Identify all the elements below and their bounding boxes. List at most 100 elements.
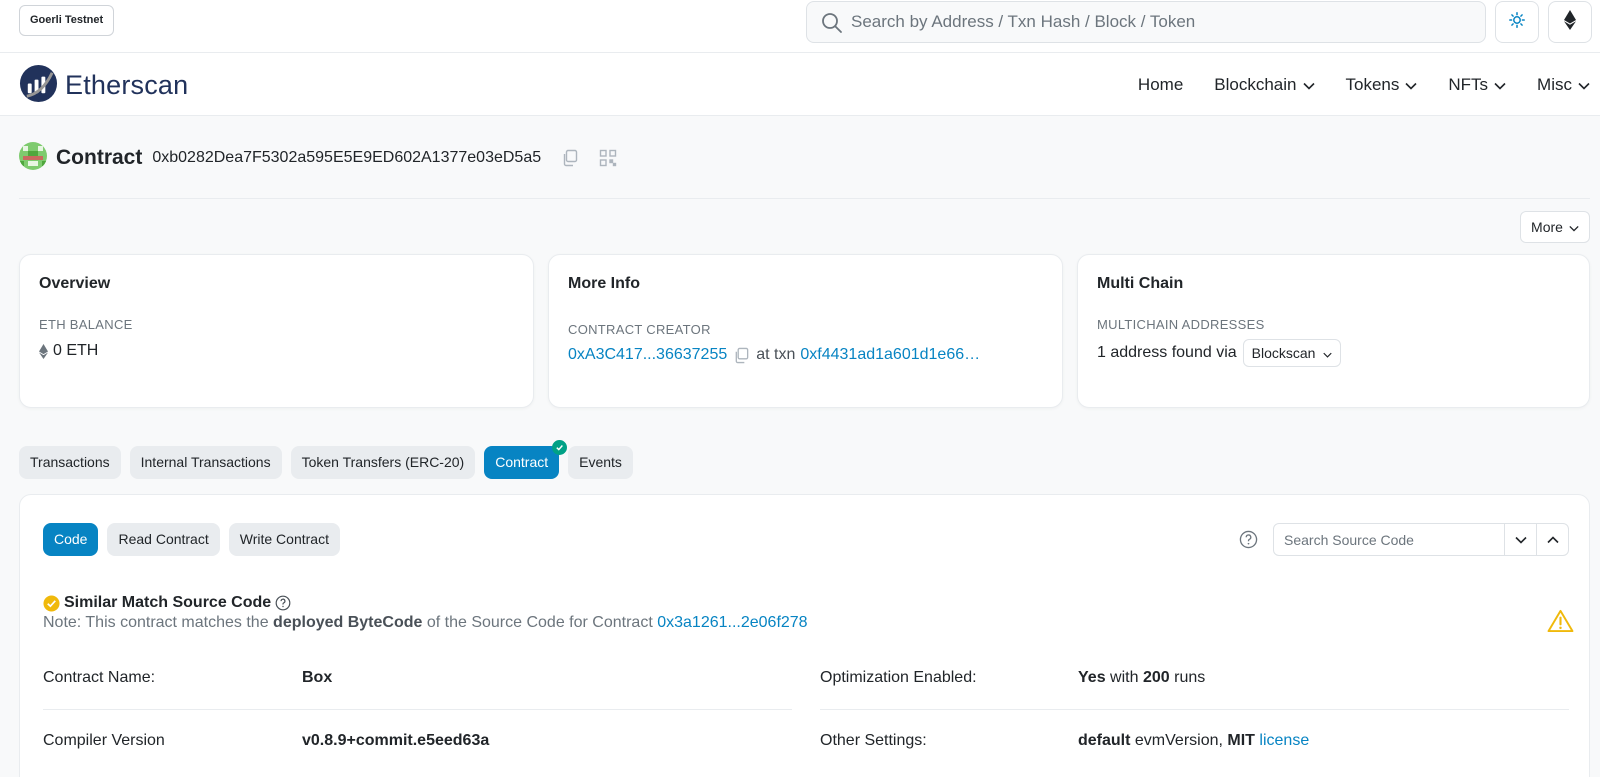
blockscan-select[interactable]: Blockscan xyxy=(1242,339,1342,367)
qr-code-icon[interactable] xyxy=(599,149,617,167)
header-divider xyxy=(19,198,1590,199)
sun-icon xyxy=(1509,12,1525,32)
subtab-code[interactable]: Code xyxy=(43,523,99,556)
contract-name-value: Box xyxy=(302,669,333,686)
search-icon xyxy=(821,12,843,38)
tab-transactions[interactable]: Transactions xyxy=(19,446,121,479)
contract-address: 0xb0282Dea7F5302a595E5E9ED602A1377e03eD5… xyxy=(152,149,542,166)
eth-balance-value: 0 ETH xyxy=(53,342,99,359)
contract-avatar-icon xyxy=(19,142,47,174)
source-code-search xyxy=(1273,523,1569,556)
etherscan-logo[interactable]: Etherscan xyxy=(19,64,188,107)
optimization-yes: Yes xyxy=(1078,669,1106,686)
subtab-read-contract[interactable]: Read Contract xyxy=(107,523,220,556)
next-match-button[interactable] xyxy=(1504,524,1536,555)
other-settings-value: default evmVersion, MIT license xyxy=(1078,732,1309,750)
creator-address-link[interactable]: 0xA3C417...36637255 xyxy=(568,346,727,364)
network-badge[interactable]: Goerli Testnet xyxy=(19,5,115,36)
search-input[interactable] xyxy=(851,2,1471,42)
multichain-title: Multi Chain xyxy=(1097,275,1184,292)
nav-home[interactable]: Home xyxy=(1138,75,1183,95)
nav-home-label: Home xyxy=(1137,74,1184,94)
tab-token-transfers[interactable]: Token Transfers (ERC-20) xyxy=(290,446,476,479)
nav-blockchain[interactable]: Blockchain xyxy=(1214,74,1315,95)
etherscan-logo-icon xyxy=(19,64,58,107)
compiler-version-value: v0.8.9+commit.e5eed63a xyxy=(302,732,490,749)
optimization-runs-suffix: runs xyxy=(1174,669,1206,686)
other-evm: evmVersion, xyxy=(1134,732,1223,749)
eth-balance-value-row: 0 ETH xyxy=(39,342,98,360)
eth-balance-label: ETH BALANCE xyxy=(39,317,133,332)
chevron-down-icon xyxy=(1494,75,1506,95)
optimization-runs: 200 xyxy=(1142,669,1170,686)
overview-title: Overview xyxy=(39,275,111,292)
multichain-row: 1 address found via Blockscan xyxy=(1097,339,1342,367)
similar-match-heading: Similar Match Source Code xyxy=(43,594,291,612)
multichain-card: Multi Chain MULTICHAIN ADDRESSES 1 addre… xyxy=(1077,254,1590,408)
other-default: default xyxy=(1078,732,1131,749)
contract-subtabs: Code Read Contract Write Contract xyxy=(43,523,349,556)
similar-match-note: Note: This contract matches the deployed… xyxy=(43,614,808,632)
license-link[interactable]: license xyxy=(1259,732,1309,749)
nav-blockchain-label: Blockchain xyxy=(1214,74,1297,94)
multichain-found-text: 1 address found via xyxy=(1097,344,1237,361)
contract-header: Contract 0xb0282Dea7F5302a595E5E9ED602A1… xyxy=(19,142,637,174)
source-code-search-input[interactable] xyxy=(1274,524,1504,555)
nav-nfts-label: NFTs xyxy=(1448,74,1489,94)
theme-toggle-button[interactable] xyxy=(1495,1,1539,43)
tab-internal-transactions[interactable]: Internal Transactions xyxy=(129,446,282,479)
optimization-with: with xyxy=(1110,669,1139,686)
nav-menu: Home Blockchain Tokens NFTs Misc xyxy=(1107,53,1590,116)
blockscan-select-value: Blockscan xyxy=(1251,345,1316,361)
tab-contract[interactable]: Contract xyxy=(484,440,568,479)
tab-events[interactable]: Events xyxy=(568,446,633,479)
matched-contract-link[interactable]: 0x3a1261...2e06f278 xyxy=(657,614,807,631)
chevron-down-icon xyxy=(1323,345,1333,361)
more-button-label: More xyxy=(1531,219,1563,235)
chevron-down-icon xyxy=(1405,75,1417,95)
warning-triangle-icon[interactable] xyxy=(1547,609,1574,637)
subtab-write-contract[interactable]: Write Contract xyxy=(228,523,340,556)
more-info-title: More Info xyxy=(568,275,640,292)
nav-misc-label: Misc xyxy=(1537,74,1572,94)
question-circle-icon[interactable] xyxy=(1239,530,1258,553)
optimization-label: Optimization Enabled: xyxy=(820,669,977,686)
page-title: Contract xyxy=(56,146,143,169)
tab-contract-label: Contract xyxy=(495,454,549,470)
main-navbar: Etherscan Home Blockchain Tokens NFTs Mi… xyxy=(0,53,1600,116)
nav-tokens[interactable]: Tokens xyxy=(1346,75,1418,95)
nav-nfts[interactable]: NFTs xyxy=(1448,75,1506,95)
nav-tokens-label: Tokens xyxy=(1345,74,1400,94)
chevron-down-icon xyxy=(1302,75,1315,95)
chevron-down-icon xyxy=(1514,531,1527,548)
chevron-down-icon xyxy=(1569,219,1579,235)
note-bold: deployed ByteCode xyxy=(273,614,423,631)
similar-match-title: Similar Match Source Code xyxy=(64,594,272,611)
question-circle-icon[interactable] xyxy=(275,595,291,611)
row-divider xyxy=(43,709,792,710)
verified-check-icon xyxy=(552,440,568,455)
nav-misc[interactable]: Misc xyxy=(1537,75,1590,95)
overview-card: Overview ETH BALANCE 0 ETH xyxy=(19,254,534,408)
at-txn-label: at txn xyxy=(756,346,796,363)
previous-match-button[interactable] xyxy=(1536,524,1568,555)
compiler-version-label: Compiler Version xyxy=(43,732,165,749)
contract-creator-label: CONTRACT CREATOR xyxy=(568,322,711,337)
other-settings-label: Other Settings: xyxy=(820,732,927,749)
network-switch-button[interactable] xyxy=(1548,1,1592,43)
copy-icon[interactable] xyxy=(561,149,579,167)
brand-name: Etherscan xyxy=(65,70,189,100)
contract-panel: Code Read Contract Write Contract Simila… xyxy=(19,494,1590,777)
creation-txn-link[interactable]: 0xf4431ad1a601d1e66… xyxy=(800,346,980,364)
chevron-up-icon xyxy=(1546,531,1559,548)
check-circle-icon xyxy=(43,594,60,612)
more-dropdown-button[interactable]: More xyxy=(1520,211,1590,243)
search-box[interactable] xyxy=(806,1,1486,43)
address-tabs: Transactions Internal Transactions Token… xyxy=(19,440,642,479)
ethereum-icon xyxy=(39,343,48,359)
contract-creator-row: 0xA3C417...36637255 at txn 0xf4431ad1a60… xyxy=(568,346,980,364)
copy-icon[interactable] xyxy=(733,347,750,364)
row-divider xyxy=(820,709,1569,710)
note-prefix: Note: This contract matches the xyxy=(43,614,269,631)
more-info-card: More Info CONTRACT CREATOR 0xA3C417...36… xyxy=(548,254,1063,408)
